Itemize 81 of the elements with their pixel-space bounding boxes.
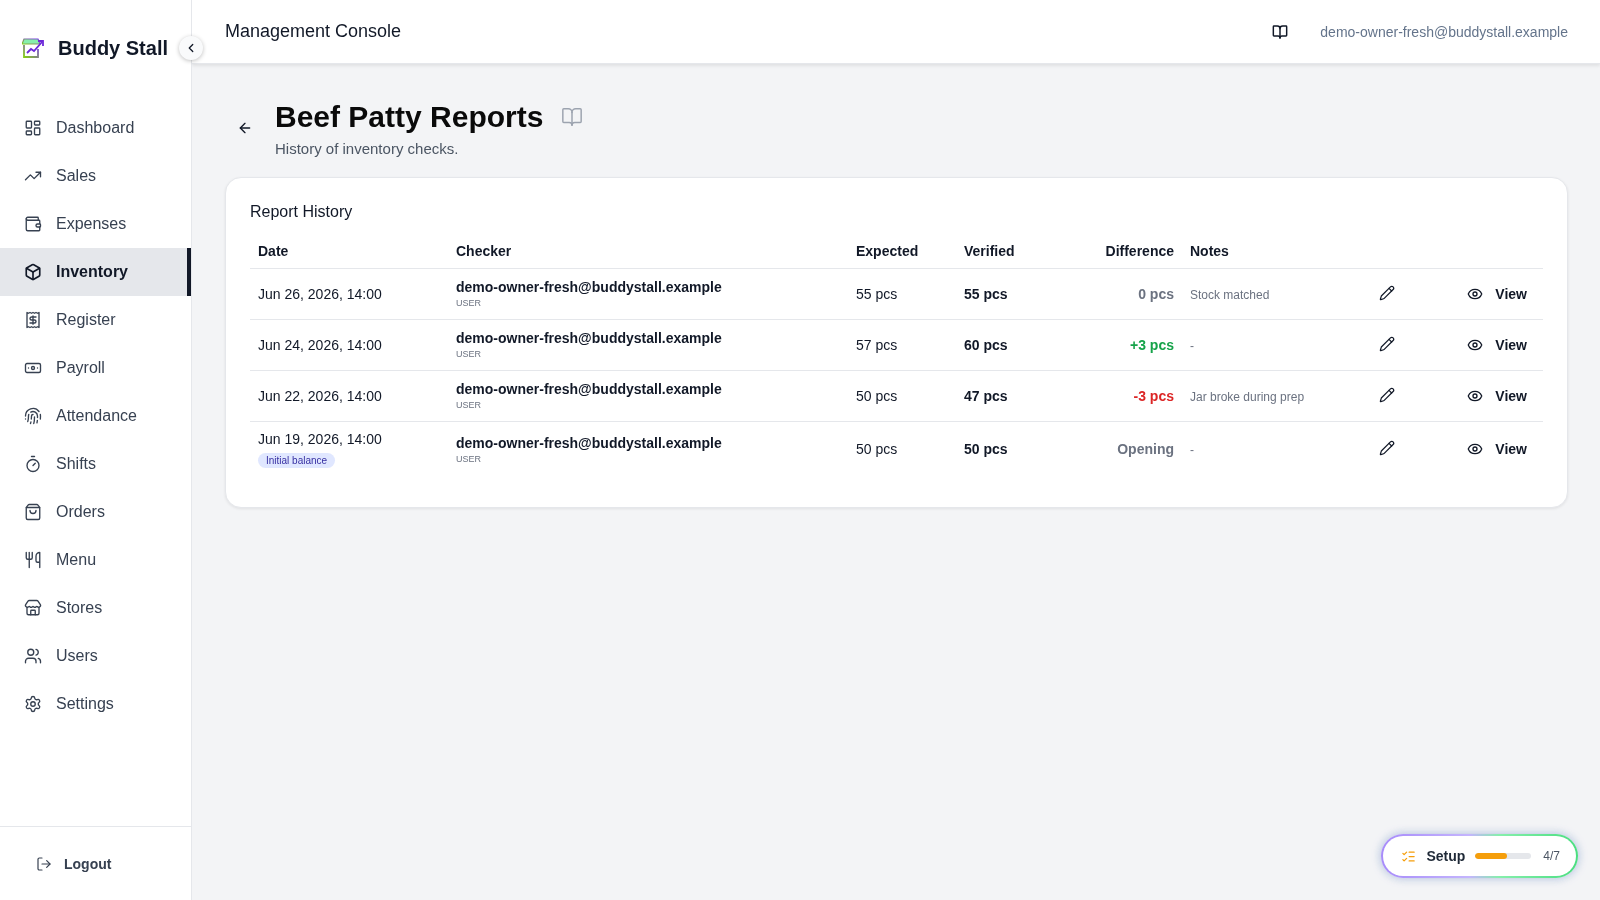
checker-email: demo-owner-fresh@buddystall.example [456,279,722,295]
verified-quantity: 50 pcs [964,441,1008,458]
date-text: Jun 26, 2026, 14:00 [258,285,382,302]
pencil-icon [1379,284,1395,301]
view-button[interactable]: View [1467,437,1527,462]
setup-progress-button[interactable]: Setup 4/7 [1381,834,1578,878]
verified-quantity: 47 pcs [964,387,1008,404]
page-subtitle: History of inventory checks. [275,140,460,157]
checker-role: USER [456,349,481,359]
expected-quantity: 50 pcs [856,441,898,458]
column-header: Date [250,234,448,268]
checker-email: demo-owner-fresh@buddystall.example [456,434,722,451]
checker-role: USER [456,453,481,464]
checker-role: USER [456,298,481,308]
date-text: Jun 24, 2026, 14:00 [258,336,382,353]
checker-email: demo-owner-fresh@buddystall.example [456,381,722,397]
cube-icon [24,263,42,281]
checker-role: USER [456,400,481,410]
notes-text: Stock matched [1190,287,1270,302]
dashboard-grid-icon [24,119,42,137]
view-button[interactable]: View [1467,281,1527,306]
difference-quantity: 0 pcs [1138,285,1174,302]
sidebar-nav-item[interactable]: Register [0,296,191,344]
column-header: Notes [1182,234,1342,268]
shopping-bag-icon [24,503,42,521]
view-button[interactable]: View [1467,332,1527,357]
checker-email: demo-owner-fresh@buddystall.example [456,330,722,346]
sidebar-nav-item[interactable]: Inventory [0,248,191,296]
sidebar-nav-item[interactable]: Expenses [0,200,191,248]
pencil-icon [1379,386,1395,403]
page-title: Beef Patty Reports [275,99,544,135]
date-text: Jun 22, 2026, 14:00 [258,387,382,404]
sidebar-nav-item[interactable]: Users [0,632,191,680]
brand-name: Buddy Stall [58,36,168,60]
settings-icon [24,695,42,713]
card-title: Report History [250,202,354,222]
checklist-icon [1401,848,1417,864]
verified-quantity: 55 pcs [964,285,1008,302]
user-email: demo-owner-fresh@buddystall.example [1320,23,1568,40]
timer-icon [24,455,42,473]
stall-chart-logo-icon [22,38,44,58]
column-header: Checker [448,234,848,268]
notes-text: - [1190,338,1194,353]
console-title: Management Console [225,21,403,42]
column-header: Difference [1062,234,1182,268]
sidebar-nav-item[interactable]: Orders [0,488,191,536]
sidebar-nav-item[interactable]: Stores [0,584,191,632]
column-header: Expected [848,234,956,268]
pencil-icon [1379,335,1395,352]
pencil-icon [1379,440,1395,457]
open-book-icon [1272,23,1289,40]
initial-balance-tag: Initial balance [258,452,336,468]
expected-quantity: 55 pcs [856,285,898,302]
sidebar-nav-item[interactable]: Shifts [0,440,191,488]
column-header: Verified [956,234,1062,268]
fingerprint-icon [24,407,42,425]
notes-text: Jar broke during prep [1190,389,1305,404]
wallet-icon [24,215,42,233]
sidebar-nav-item[interactable]: Payroll [0,344,191,392]
open-book-icon [561,106,584,128]
sidebar-nav-item[interactable]: Settings [0,680,191,728]
difference-quantity: -3 pcs [1133,387,1174,404]
notes-text: - [1190,443,1194,458]
utensils-icon [24,551,42,569]
sidebar-nav-item[interactable]: Dashboard [0,104,191,152]
receipt-icon [24,311,42,329]
difference-quantity: Opening [1117,441,1174,458]
date-text: Jun 19, 2026, 14:00 [258,430,382,447]
expected-quantity: 57 pcs [856,336,898,353]
sidebar-nav-item[interactable]: Attendance [0,392,191,440]
store-icon [24,599,42,617]
view-button[interactable]: View [1467,383,1527,408]
users-icon [24,647,42,665]
logout-icon [36,855,52,872]
expected-quantity: 50 pcs [856,387,898,404]
verified-quantity: 60 pcs [964,336,1008,353]
difference-quantity: +3 pcs [1130,336,1174,353]
sidebar-nav-item[interactable]: Sales [0,152,191,200]
sidebar-nav-item[interactable]: Menu [0,536,191,584]
logout-button[interactable]: Logout [36,851,112,876]
collapse-sidebar-button[interactable] [179,36,203,60]
